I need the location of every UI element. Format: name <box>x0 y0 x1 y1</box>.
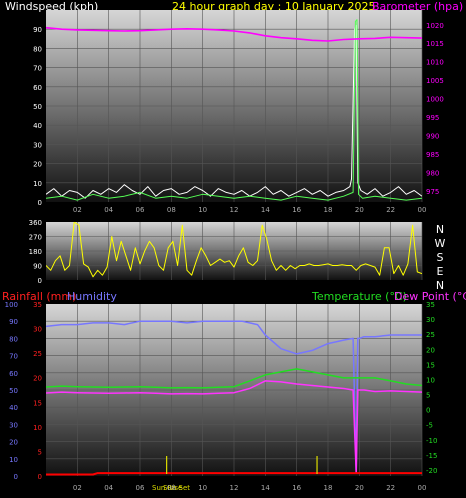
time-tick-label: 20 <box>355 484 364 492</box>
compass-label-n: N <box>436 223 444 236</box>
barometer-tick-labels: 975 980 985 990 995 1000 1005 1010 1015 1020 <box>426 22 444 196</box>
humidity-tick-label: 50 <box>9 387 18 395</box>
time-tick-label: 06 <box>136 484 145 492</box>
compass-labels: NWSEN <box>435 223 446 292</box>
wind-baro-time-labels: 02 04 06 08 10 12 14 16 18 20 22 00 <box>73 206 427 214</box>
compass-label-w: W <box>435 237 446 250</box>
windspeed-tick-label: 40 <box>33 122 42 130</box>
temperature-tick-label: -15 <box>426 452 437 460</box>
windspeed-tick-label: 50 <box>33 103 42 111</box>
windspeed-tick-label: 0 <box>38 199 42 207</box>
wind-direction-tick-label: 0 <box>38 277 42 285</box>
rainfall-tick-label: 15 <box>33 399 42 407</box>
time-tick-label: 02 <box>73 206 82 214</box>
humidity-tick-label: 100 <box>5 301 18 309</box>
temp-rain-humidity-time-labels: 02 04 06 08 10 12 14 16 18 20 22 00 <box>73 484 427 492</box>
temperature-tick-label: 0 <box>426 407 430 415</box>
temperature-tick-label: 10 <box>426 376 435 384</box>
wind-direction-tick-label: 180 <box>29 248 42 256</box>
compass-label-s: S <box>437 251 444 264</box>
barometer-tick-label: 990 <box>426 133 439 141</box>
barometer-tick-label: 975 <box>426 188 439 196</box>
barometer-tick-label: 985 <box>426 151 439 159</box>
time-tick-label: 02 <box>73 484 82 492</box>
temp-rain-humidity-panel: 0102030405060708090100 05101520253035 -2… <box>5 301 438 492</box>
barometer-tick-label: 1010 <box>426 59 444 67</box>
time-tick-label: 08 <box>167 206 176 214</box>
weather-graph-svg: Windspeed (kph) 24 hour graph day : 10 J… <box>2 0 466 492</box>
windspeed-tick-label: 90 <box>33 26 42 34</box>
humidity-tick-label: 70 <box>9 353 18 361</box>
windspeed-tick-label: 30 <box>33 141 42 149</box>
barometer-tick-label: 1005 <box>426 77 444 85</box>
time-tick-label: 20 <box>355 206 364 214</box>
wind-direction-panel: 090180270360 NWSEN <box>29 219 446 292</box>
time-tick-label: 10 <box>198 206 207 214</box>
time-tick-label: 16 <box>292 484 301 492</box>
time-tick-label: 00 <box>418 484 427 492</box>
temperature-tick-label: 25 <box>426 331 435 339</box>
time-tick-label: 10 <box>198 484 207 492</box>
humidity-tick-label: 30 <box>9 421 18 429</box>
time-tick-label: 08 <box>167 484 176 492</box>
humidity-tick-label: 40 <box>9 404 18 412</box>
temperature-tick-labels: -20 -15 -10 -5 0 5 10 15 20 25 30 35 <box>426 301 437 475</box>
wind-direction-tick-label: 90 <box>33 263 42 271</box>
humidity-tick-label: 90 <box>9 318 18 326</box>
time-tick-label: 14 <box>261 206 270 214</box>
time-tick-label: 12 <box>230 206 239 214</box>
time-tick-label: 16 <box>292 206 301 214</box>
barometer-tick-label: 980 <box>426 169 439 177</box>
time-tick-label: 06 <box>136 206 145 214</box>
rainfall-tick-labels: 0 5 10 15 20 25 30 35 <box>33 301 42 481</box>
rainfall-tick-label: 10 <box>33 424 42 432</box>
wind-direction-tick-label: 360 <box>29 219 42 227</box>
time-tick-label: 18 <box>324 206 333 214</box>
rainfall-tick-label: 5 <box>38 448 42 456</box>
wind-direction-tick-labels: 0 90 180 270 360 <box>29 219 42 285</box>
time-tick-label: 04 <box>104 484 113 492</box>
humidity-tick-label: 0 <box>14 473 18 481</box>
humidity-tick-label: 10 <box>9 456 18 464</box>
temperature-tick-label: 5 <box>426 392 430 400</box>
rainfall-tick-label: 30 <box>33 326 42 334</box>
temperature-tick-label: -20 <box>426 467 437 475</box>
time-tick-label: 22 <box>386 206 395 214</box>
time-tick-label: 04 <box>104 206 113 214</box>
humidity-tick-label: 80 <box>9 335 18 343</box>
windspeed-tick-labels: 0 10 20 30 40 50 60 70 80 90 <box>33 26 42 207</box>
barometer-tick-label: 995 <box>426 114 439 122</box>
wind-baro-panel: 0102030405060708090 97598098599099510001… <box>33 10 444 214</box>
humidity-tick-labels: 0 10 20 30 40 50 60 70 80 90 100 <box>5 301 18 481</box>
rainfall-tick-label: 25 <box>33 350 42 358</box>
temperature-tick-label: 15 <box>426 361 435 369</box>
barometer-tick-label: 1020 <box>426 22 444 30</box>
barometer-tick-label: 1015 <box>426 40 444 48</box>
temperature-tick-label: -5 <box>426 422 433 430</box>
temperature-tick-label: 30 <box>426 316 435 324</box>
compass-label-e: E <box>437 265 444 278</box>
time-tick-label: 12 <box>230 484 239 492</box>
wind-direction-tick-label: 270 <box>29 234 42 242</box>
rainfall-tick-label: 0 <box>38 473 42 481</box>
rainfall-tick-label: 20 <box>33 375 42 383</box>
windspeed-tick-label: 80 <box>33 45 42 53</box>
time-tick-label: 18 <box>324 484 333 492</box>
windspeed-tick-label: 20 <box>33 161 42 169</box>
humidity-tick-label: 20 <box>9 439 18 447</box>
time-tick-label: 00 <box>418 206 427 214</box>
temperature-tick-label: 20 <box>426 346 435 354</box>
temperature-tick-label: 35 <box>426 301 435 309</box>
temperature-tick-label: -10 <box>426 437 437 445</box>
windspeed-tick-label: 60 <box>33 84 42 92</box>
barometer-tick-label: 1000 <box>426 96 444 104</box>
humidity-axis-title: Humidity <box>67 290 117 303</box>
windspeed-tick-label: 70 <box>33 65 42 73</box>
temperature-axis-title: Temperature (°C) <box>311 290 407 303</box>
humidity-tick-label: 60 <box>9 370 18 378</box>
time-tick-label: 14 <box>261 484 270 492</box>
rainfall-tick-label: 35 <box>33 301 42 309</box>
time-tick-label: 22 <box>386 484 395 492</box>
windspeed-tick-label: 10 <box>33 180 42 188</box>
